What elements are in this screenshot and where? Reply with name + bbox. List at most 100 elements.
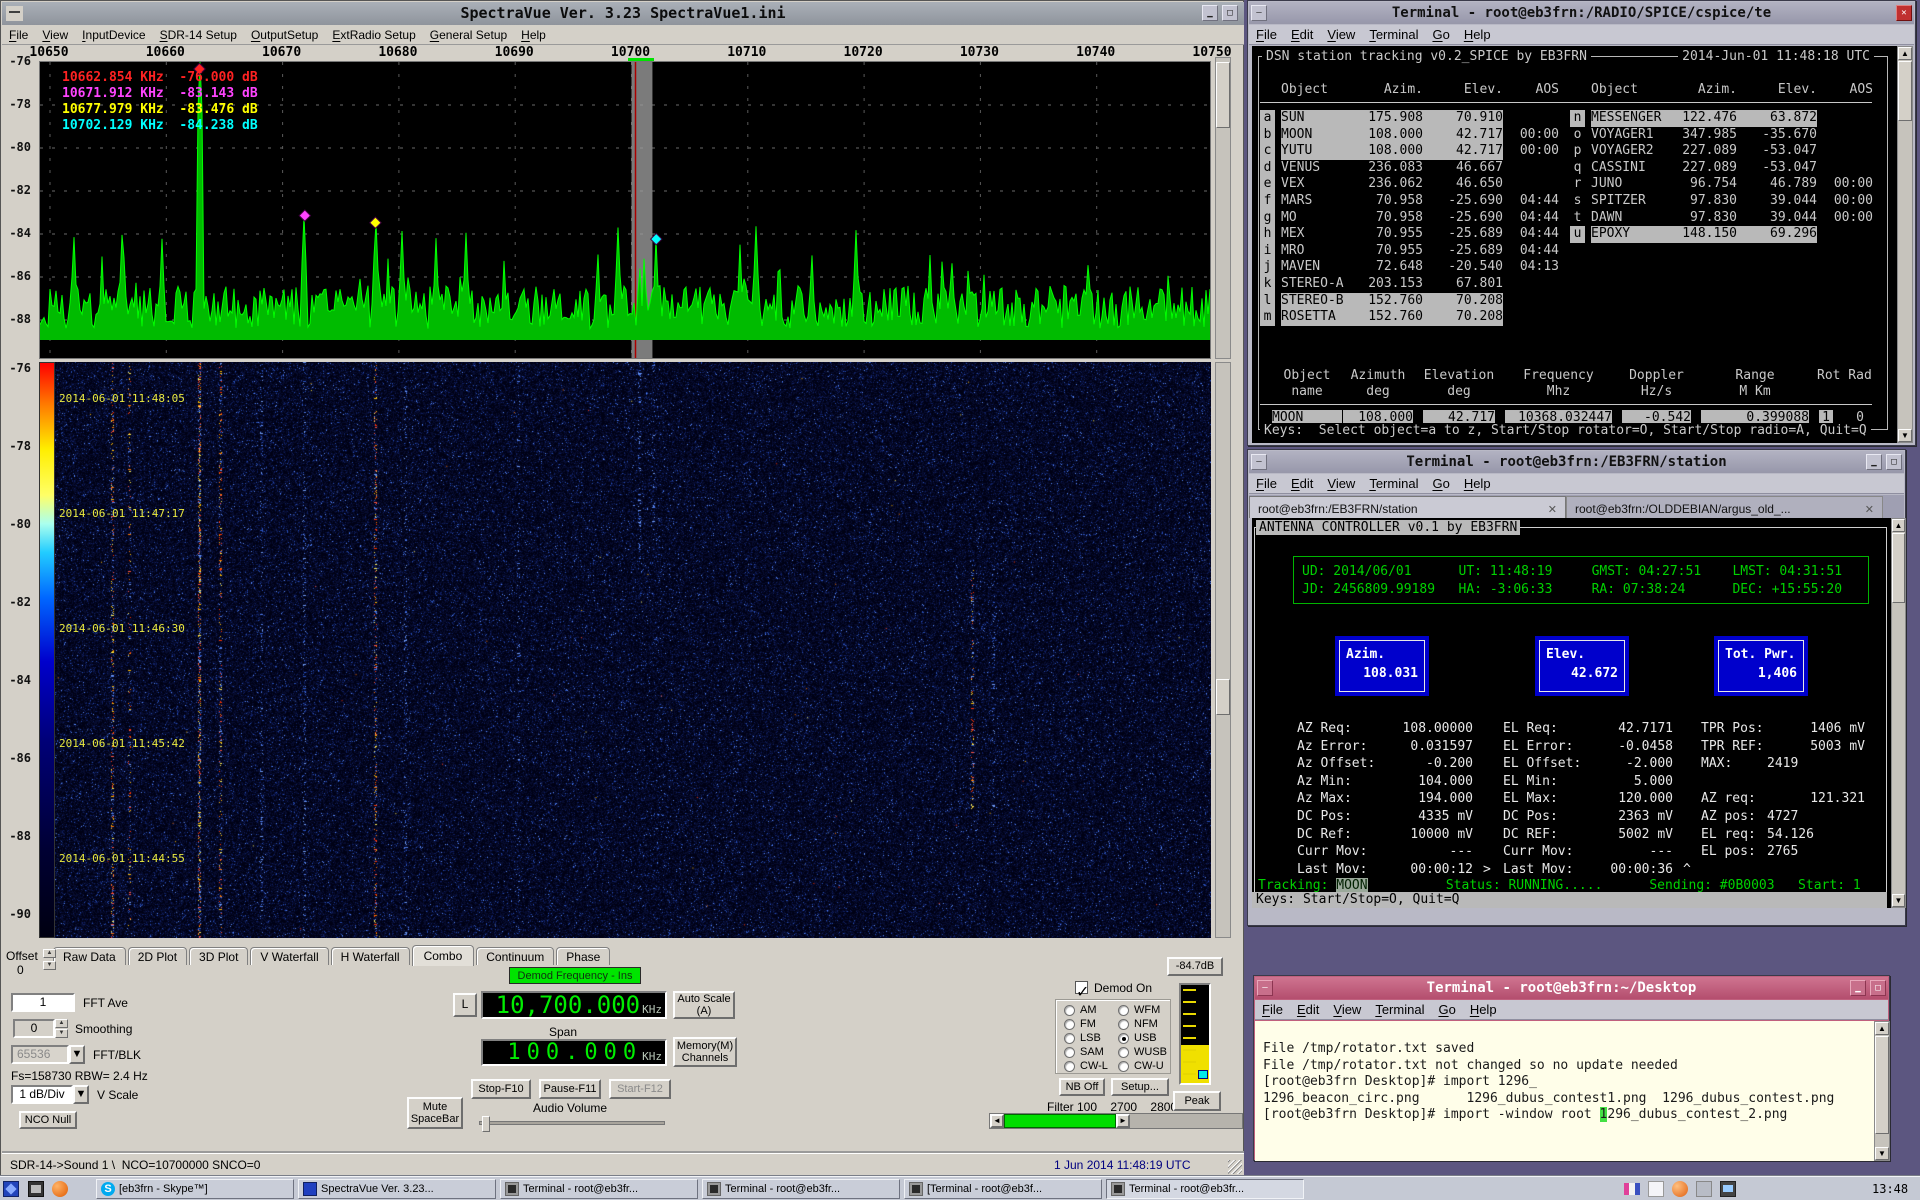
resize-grip[interactable]	[1228, 1160, 1242, 1174]
pause-button[interactable]: Pause-F11	[539, 1079, 601, 1099]
tab-h-waterfall[interactable]: H Waterfall	[331, 947, 410, 965]
dsn-object-row-maven[interactable]: jMAVEN72.648-20.54004:13	[1260, 259, 1559, 276]
waterfall-scrollbar-thumb[interactable]	[1216, 679, 1230, 715]
spectravue-menu-inputdevice[interactable]: InputDevice	[75, 28, 152, 42]
start-button[interactable]: Start-F12	[609, 1079, 671, 1099]
mode-option-am[interactable]: AM	[1064, 1004, 1097, 1016]
tab-close-icon[interactable]: ✕	[1548, 503, 1557, 516]
demod-on-checkbox[interactable]: ✓	[1075, 981, 1088, 994]
setup-button[interactable]: Setup...	[1111, 1078, 1169, 1096]
station-scrollbar-thumb[interactable]	[1892, 533, 1905, 603]
tab-raw-data[interactable]: Raw Data	[53, 947, 126, 965]
lock-button[interactable]: L	[453, 993, 477, 1017]
auto-scale-button[interactable]: Auto Scale (A)	[673, 991, 735, 1019]
tab-close-icon[interactable]: ✕	[1865, 503, 1874, 516]
scroll-up-icon[interactable]: ▲	[1875, 1022, 1889, 1035]
mode-radio-wusb[interactable]	[1118, 1047, 1129, 1058]
dsn-object-row-cassini[interactable]: qCASSINI227.089-53.047	[1570, 160, 1873, 177]
taskbar-button-5[interactable]: Terminal - root@eb3fr...	[1106, 1179, 1304, 1199]
mode-option-lsb[interactable]: LSB	[1064, 1032, 1101, 1044]
taskbar-button-2[interactable]: Terminal - root@eb3fr...	[500, 1179, 698, 1199]
tuning-scroll-right-icon[interactable]: ►	[1116, 1114, 1130, 1128]
scrollbar-thumb[interactable]	[1875, 1036, 1889, 1134]
mode-radio-cw-l[interactable]	[1064, 1061, 1075, 1072]
smoothing-spin-up[interactable]: ▲	[55, 1019, 68, 1028]
dsn-object-row-mex[interactable]: hMEX70.955-25.68904:44	[1260, 226, 1559, 243]
station-menu-terminal[interactable]: Terminal	[1362, 476, 1425, 491]
mode-option-usb[interactable]: USB	[1118, 1032, 1157, 1044]
station-scrollbar[interactable]: ▲ ▼	[1891, 518, 1906, 908]
station-titlebar[interactable]: — Terminal - root@eb3frn:/EB3FRN/station…	[1249, 451, 1904, 473]
shade-button[interactable]: —	[1251, 454, 1267, 470]
applications-menu-icon[interactable]	[3, 1181, 19, 1197]
stop-button[interactable]: Stop-F10	[471, 1079, 531, 1099]
desktop-terminal-menu-help[interactable]: Help	[1463, 1002, 1504, 1017]
mode-radio-lsb[interactable]	[1064, 1033, 1075, 1044]
dsn-object-row-yutu[interactable]: cYUTU108.00042.71700:00	[1260, 143, 1559, 160]
peak-button[interactable]: Peak	[1173, 1091, 1221, 1111]
dsn-object-row-epoxy[interactable]: uEPOXY148.15069.296	[1570, 226, 1873, 243]
minimize-button[interactable]: ▁	[1202, 5, 1218, 21]
mode-option-cw-u[interactable]: CW-U	[1118, 1060, 1164, 1072]
mode-radio-wfm[interactable]	[1118, 1005, 1129, 1016]
spectravue-titlebar[interactable]: SpectraVue Ver. 3.23 SpectraVue1.ini ▁ □	[2, 2, 1244, 25]
tab-3d-plot[interactable]: 3D Plot	[189, 947, 248, 965]
taskbar-button-3[interactable]: Terminal - root@eb3fr...	[702, 1179, 900, 1199]
dsn-object-row-mo[interactable]: gMO70.958-25.69004:44	[1260, 210, 1559, 227]
taskbar-button-0[interactable]: S[eb3frn - Skype™]	[96, 1179, 294, 1199]
fft-blk-dropdown-icon[interactable]: ▼	[69, 1045, 85, 1064]
dsn-object-row-mars[interactable]: fMARS70.958-25.69004:44	[1260, 193, 1559, 210]
dsn-menu-edit[interactable]: Edit	[1284, 27, 1320, 42]
span-display[interactable]: 100.000KHz	[481, 1039, 667, 1066]
taskbar-button-1[interactable]: SpectraVue Ver. 3.23...	[298, 1179, 496, 1199]
fft-blk-select[interactable]: 65536	[11, 1045, 69, 1064]
nb-off-button[interactable]: NB Off	[1059, 1078, 1105, 1096]
mode-radio-usb[interactable]	[1118, 1033, 1129, 1044]
tuning-scrollbar[interactable]: ◄ ►	[989, 1113, 1243, 1129]
mute-button[interactable]: Mute SpaceBar	[407, 1097, 463, 1129]
desktop-terminal-menu-terminal[interactable]: Terminal	[1368, 1002, 1431, 1017]
station-tab-0[interactable]: root@eb3frn:/EB3FRN/station✕	[1249, 496, 1566, 518]
station-menu-edit[interactable]: Edit	[1284, 476, 1320, 491]
dsn-menu-file[interactable]: File	[1249, 27, 1284, 42]
keyboard-layout-icon[interactable]	[1624, 1181, 1640, 1197]
shade-button[interactable]: —	[1257, 980, 1273, 996]
station-menu-go[interactable]: Go	[1425, 476, 1456, 491]
dsn-object-row-messenger[interactable]: nMESSENGER122.47663.872	[1570, 110, 1873, 127]
desktop-terminal-menu-view[interactable]: View	[1326, 1002, 1368, 1017]
desktop-terminal-scrollbar[interactable]: ▲ ▼	[1874, 1021, 1890, 1161]
dsn-object-row-spitzer[interactable]: sSPITZER97.83039.04400:00	[1570, 193, 1873, 210]
terminal-prompt-line[interactable]: [root@eb3frn Desktop]# import -window ro…	[1263, 1107, 1787, 1123]
vscale-dropdown-icon[interactable]: ▼	[73, 1085, 89, 1104]
dsn-object-row-juno[interactable]: rJUNO96.75446.78900:00	[1570, 176, 1873, 193]
dsn-object-row-mro[interactable]: iMRO70.955-25.68904:44	[1260, 243, 1559, 260]
dsn-object-row-voyager1[interactable]: oVOYAGER1347.985-35.670	[1570, 127, 1873, 144]
station-menu-file[interactable]: File	[1249, 476, 1284, 491]
dsn-menu-terminal[interactable]: Terminal	[1362, 27, 1425, 42]
dsn-menu-help[interactable]: Help	[1457, 27, 1498, 42]
station-menu-view[interactable]: View	[1320, 476, 1362, 491]
spectravue-menu-view[interactable]: View	[35, 28, 75, 42]
maximize-button[interactable]: □	[1870, 980, 1886, 996]
tray-firefox-icon[interactable]	[1672, 1181, 1688, 1197]
dsn-scroll-up-icon[interactable]: ▲	[1898, 47, 1912, 60]
mode-radio-cw-u[interactable]	[1118, 1061, 1129, 1072]
mode-option-wusb[interactable]: WUSB	[1118, 1046, 1167, 1058]
tray-notes-icon[interactable]	[1648, 1181, 1664, 1197]
tuning-scrollbar-thumb[interactable]	[1004, 1114, 1116, 1128]
station-tab-1[interactable]: root@eb3frn:/OLDDEBIAN/argus_old_...✕	[1566, 496, 1883, 518]
scroll-down-icon[interactable]: ▼	[1875, 1147, 1889, 1160]
smoothing-input[interactable]: 0	[13, 1019, 55, 1038]
nco-null-button[interactable]: NCO Null	[19, 1111, 77, 1129]
smoothing-spin-down[interactable]: ▼	[55, 1029, 68, 1038]
dsn-object-row-moon[interactable]: bMOON108.00042.71700:00	[1260, 127, 1559, 144]
spectrum-plot[interactable]: 10662.854 KHz -76.000 dB10671.912 KHz -8…	[39, 61, 1211, 359]
desktop-terminal-menu-file[interactable]: File	[1255, 1002, 1290, 1017]
dsn-object-row-stereo-a[interactable]: kSTEREO-A203.15367.801	[1260, 276, 1559, 293]
tab-phase[interactable]: Phase	[556, 947, 610, 965]
station-scroll-down-icon[interactable]: ▼	[1892, 894, 1905, 907]
spectrum-scrollbar[interactable]	[1215, 57, 1231, 359]
demod-frequency-display[interactable]: 10,700.000KHz	[481, 991, 667, 1019]
offset-spin-up[interactable]: ▲	[43, 949, 56, 958]
dsn-object-row-venus[interactable]: dVENUS236.08346.667	[1260, 160, 1559, 177]
